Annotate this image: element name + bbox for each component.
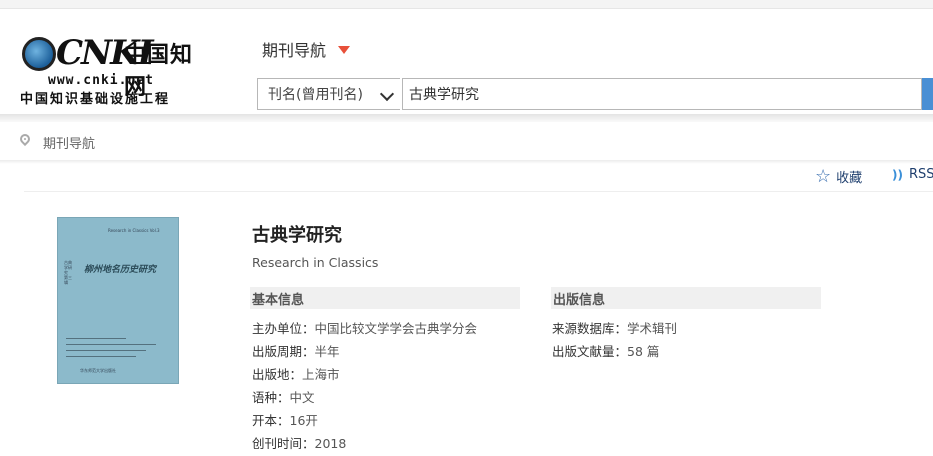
basic-info-row-period: 出版周期：半年 bbox=[252, 341, 340, 360]
info-value: 学术辑刊 bbox=[627, 321, 678, 336]
publish-info-row-count: 出版文献量：58 篇 bbox=[552, 341, 659, 360]
info-value: 半年 bbox=[314, 344, 340, 359]
publish-info-row-database: 来源数据库：学术辑刊 bbox=[552, 318, 677, 337]
cover-publisher: 华东师范大学出版社 bbox=[80, 368, 116, 373]
panel-shadow bbox=[0, 160, 933, 164]
rss-button[interactable]: )) RSS bbox=[892, 167, 933, 182]
info-label: 开本： bbox=[252, 413, 290, 428]
info-label: 出版文献量： bbox=[552, 344, 628, 359]
cover-title: 柳州地名历史研究 bbox=[84, 265, 157, 275]
basic-info-row-format: 开本：16开 bbox=[252, 410, 318, 429]
info-value: 58 篇 bbox=[627, 344, 660, 359]
cover-line bbox=[66, 356, 136, 357]
search-input[interactable]: 古典学研究 bbox=[402, 78, 922, 110]
info-value: 中国比较文学学会古典学分会 bbox=[314, 321, 478, 336]
info-label: 语种： bbox=[252, 390, 290, 405]
search-field-selected: 刊名(曾用刊名) bbox=[268, 87, 363, 103]
journal-title: 古典学研究 bbox=[252, 225, 342, 246]
info-label: 创刊时间： bbox=[252, 436, 315, 451]
info-label: 出版地： bbox=[252, 367, 303, 382]
info-label: 主办单位： bbox=[252, 321, 315, 336]
favorite-label: 收藏 bbox=[836, 171, 863, 186]
header-shadow bbox=[0, 114, 933, 122]
basic-info-row-founded: 创刊时间：2018 bbox=[252, 433, 346, 452]
cover-subtitle: Research in Classics Vol.3 bbox=[108, 228, 160, 233]
search-bar: 刊名(曾用刊名) 古典学研究 bbox=[257, 78, 933, 110]
publish-info-heading-text: 出版信息 bbox=[553, 292, 606, 308]
location-pin-icon bbox=[17, 131, 33, 147]
basic-info-heading: 基本信息 bbox=[250, 287, 520, 309]
basic-info-row-place: 出版地：上海市 bbox=[252, 364, 340, 383]
breadcrumb-item-journal-nav[interactable]: 期刊导航 bbox=[43, 133, 95, 152]
journal-toolbar: ☆ 收藏 )) RSS bbox=[24, 165, 933, 192]
rss-icon: )) bbox=[892, 167, 903, 182]
cover-line bbox=[66, 344, 156, 345]
cnki-logo[interactable]: CNKI 中国知网 www.cnki.net 中国知识基础设施工程 bbox=[20, 33, 210, 107]
info-value: 16开 bbox=[289, 413, 318, 428]
info-label: 出版周期： bbox=[252, 344, 315, 359]
star-icon: ☆ bbox=[815, 165, 832, 187]
basic-info-row-sponsor: 主办单位：中国比较文学学会古典学分会 bbox=[252, 318, 477, 337]
header: CNKI 中国知网 www.cnki.net 中国知识基础设施工程 期刊导航 刊… bbox=[0, 9, 933, 114]
info-value: 2018 bbox=[314, 436, 347, 451]
basic-info-row-language: 语种：中文 bbox=[252, 387, 315, 406]
search-field-select[interactable]: 刊名(曾用刊名) bbox=[257, 78, 400, 110]
info-value: 上海市 bbox=[302, 367, 340, 382]
cover-line bbox=[66, 338, 126, 339]
logo-url: www.cnki.net bbox=[48, 73, 154, 88]
logo-tagline: 中国知识基础设施工程 bbox=[20, 92, 171, 107]
info-label: 来源数据库： bbox=[552, 321, 628, 336]
chevron-down-icon bbox=[379, 86, 395, 102]
info-value: 中文 bbox=[289, 390, 315, 405]
publish-info-heading: 出版信息 bbox=[551, 287, 821, 309]
journal-nav-label: 期刊导航 bbox=[262, 41, 327, 60]
journal-nav-menu[interactable]: 期刊导航 bbox=[262, 37, 351, 61]
globe-icon bbox=[22, 37, 56, 71]
breadcrumb: 期刊导航 bbox=[0, 122, 933, 160]
cover-series: 古典学研究 第三辑 bbox=[64, 260, 72, 285]
journal-title-en: Research in Classics bbox=[252, 255, 379, 270]
basic-info-heading-text: 基本信息 bbox=[252, 292, 305, 308]
caret-down-icon bbox=[338, 46, 351, 54]
favorite-button[interactable]: ☆ 收藏 bbox=[815, 167, 862, 186]
search-button[interactable] bbox=[922, 78, 933, 110]
cover-line bbox=[66, 350, 146, 351]
rss-label: RSS bbox=[908, 167, 933, 182]
top-strip bbox=[0, 0, 933, 9]
journal-cover[interactable]: Research in Classics Vol.3 柳州地名历史研究 古典学研… bbox=[57, 217, 179, 384]
